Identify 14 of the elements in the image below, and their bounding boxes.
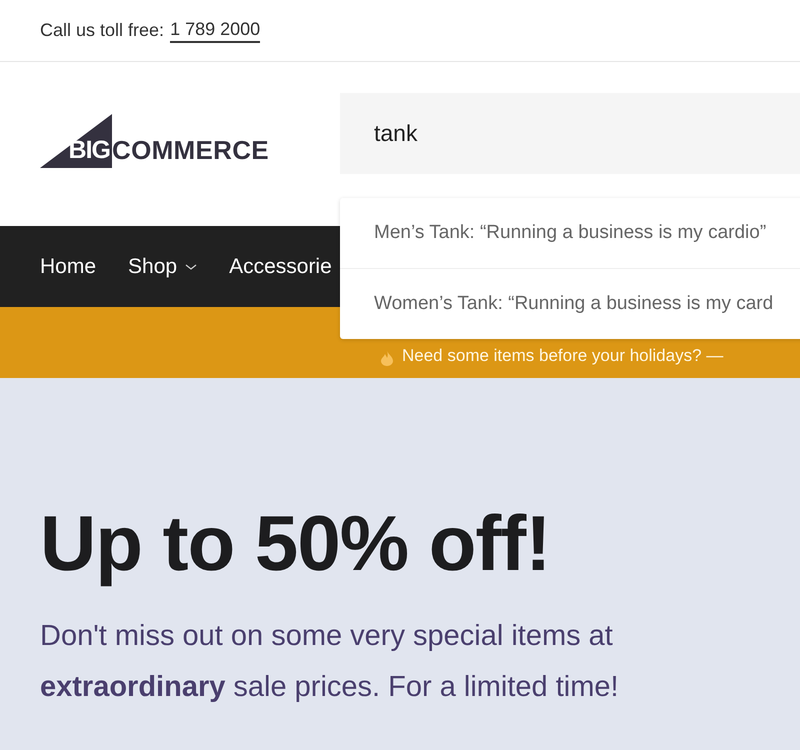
flame-icon	[380, 350, 394, 366]
promo-text: Need some items before your holidays? —	[402, 346, 724, 366]
hero-text: Don't miss out on some very special items at extraordinary sale prices. For a limited time!	[40, 619, 620, 705]
chevron-down-icon	[185, 262, 198, 270]
search-field[interactable]: tank	[340, 93, 800, 174]
hero-heading: Up to 50% off!	[40, 498, 552, 589]
logo[interactable]: BIGCOMMERCE	[40, 114, 269, 168]
suggestion-item[interactable]: Men’s Tank: “Running a business is my cardio”	[340, 198, 800, 268]
suggestion-item[interactable]: Women’s Tank: “Running a business is my card	[340, 268, 800, 339]
nav-link[interactable]: Home	[40, 254, 96, 278]
nav-link[interactable]: Shop	[128, 254, 198, 278]
toll-free-label: Call us toll free:	[40, 20, 164, 41]
phone-link[interactable]: 1 789 2000	[170, 18, 260, 42]
nav-link[interactable]: Accessorie	[229, 254, 332, 278]
